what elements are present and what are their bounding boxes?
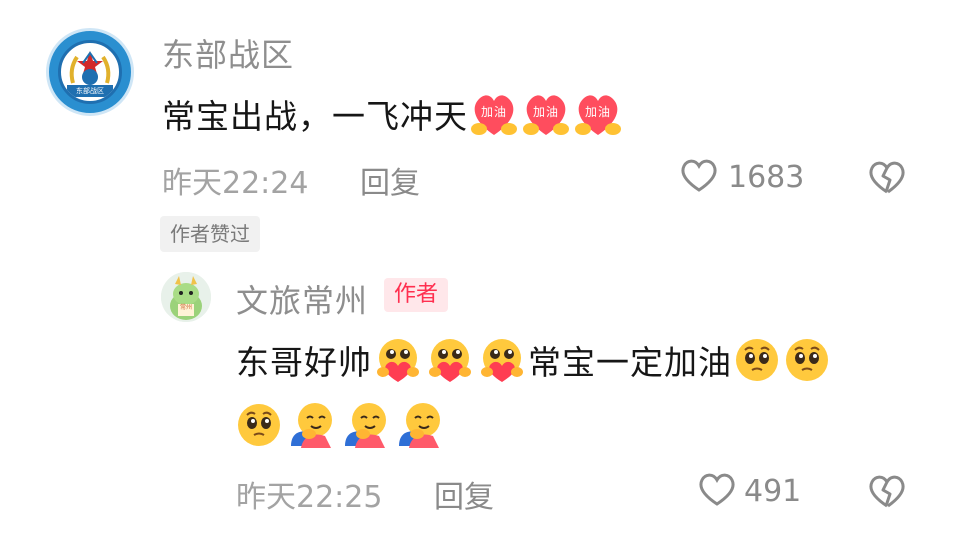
author-badge: 作者	[384, 278, 449, 312]
user-name[interactable]: 东部战区	[162, 30, 294, 76]
comment-text-line1: 东哥好帅 常宝一定加油	[236, 336, 832, 384]
jiayou-emoji: 加油	[573, 91, 623, 137]
pleading-face-emoji	[783, 336, 831, 384]
starry-eyes-heart-emoji	[425, 336, 475, 384]
jiayou-emoji: 加油	[469, 91, 519, 137]
avatar-wenlv-changzhou[interactable]: 常州	[161, 272, 211, 322]
heart-outline-icon	[678, 156, 720, 198]
hugging-face-emoji	[393, 400, 445, 450]
hugging-face-emoji	[339, 400, 391, 450]
starry-eyes-heart-emoji	[477, 336, 527, 384]
comment-text: 常宝出战，一飞冲天 加油 加油 加油	[162, 90, 624, 138]
broken-heart-icon	[866, 475, 908, 514]
svg-text:加油: 加油	[481, 105, 507, 119]
comment-body-part2: 常宝一定加油	[528, 343, 732, 382]
avatar-east-theater[interactable]: 东部战区	[46, 28, 134, 116]
svg-text:加油: 加油	[533, 105, 559, 119]
user-name[interactable]: 文旅常州	[236, 276, 368, 322]
liked-by-author-badge: 作者赞过	[160, 216, 260, 252]
jiayou-emoji: 加油	[521, 91, 571, 137]
heart-outline-icon	[696, 470, 738, 512]
avatar-label: 常州	[179, 304, 192, 311]
dragon-mascot-icon	[161, 272, 211, 322]
comment-body: 常宝出战，一飞冲天	[162, 97, 468, 136]
starry-eyes-heart-emoji	[373, 336, 423, 384]
like-button[interactable]: 1683	[678, 156, 804, 198]
comment-body-part1: 东哥好帅	[236, 343, 372, 382]
comment-text-line2	[234, 400, 446, 450]
hugging-face-emoji	[285, 400, 337, 450]
like-button[interactable]: 491	[696, 470, 801, 512]
reply-button[interactable]: 回复	[360, 158, 420, 202]
comment-time: 昨天22:24	[162, 166, 309, 201]
avatar-banner-text: 东部战区	[67, 85, 113, 97]
pleading-face-emoji	[235, 401, 283, 449]
broken-heart-icon	[866, 161, 908, 200]
pleading-face-emoji	[733, 336, 781, 384]
comment-time: 昨天22:25	[236, 480, 383, 515]
emblem-icon: 东部战区	[58, 40, 122, 104]
svg-text:加油: 加油	[585, 105, 611, 119]
reply-button[interactable]: 回复	[434, 472, 494, 516]
dislike-button[interactable]	[866, 158, 908, 200]
like-count: 491	[744, 473, 802, 509]
like-count: 1683	[728, 159, 805, 195]
dislike-button[interactable]	[866, 472, 908, 514]
